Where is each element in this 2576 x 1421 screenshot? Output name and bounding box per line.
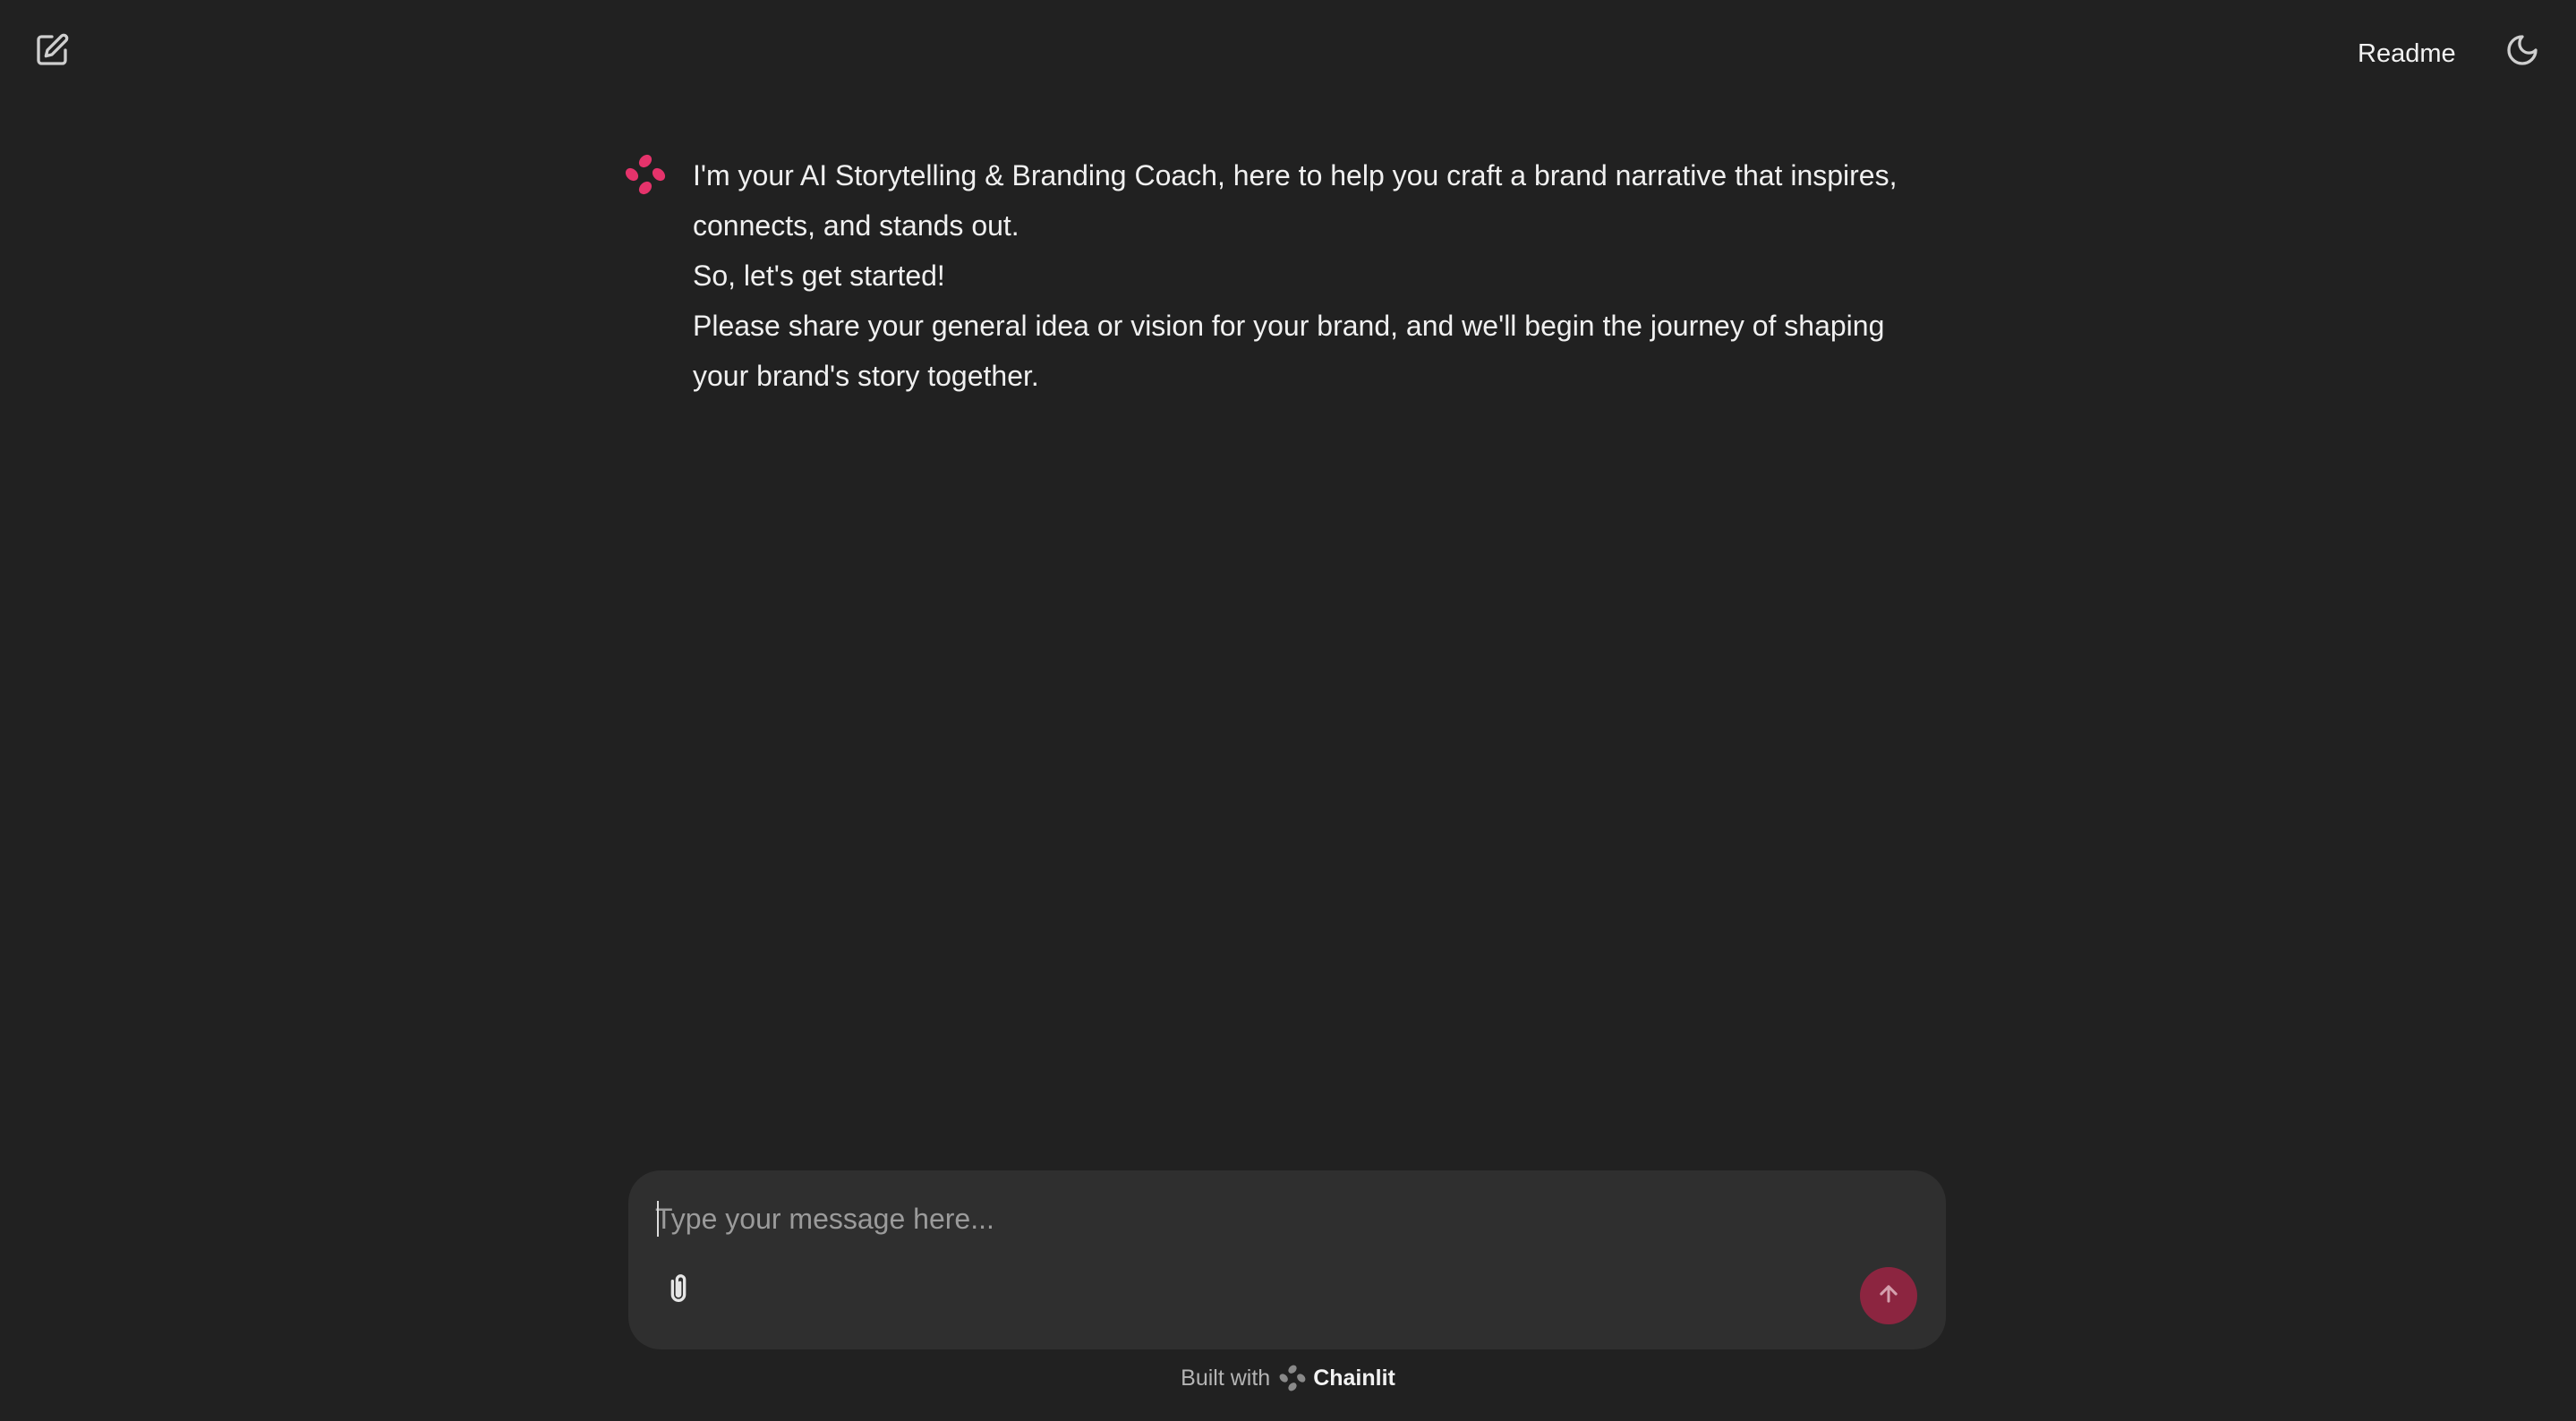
message-input[interactable] [655,1194,1908,1244]
built-with-label: Built with [1181,1365,1271,1391]
app-window: Readme I'm your AI Storytelling & Brandi… [0,0,2576,1421]
theme-toggle-button[interactable] [2497,27,2547,77]
footer: Built with Chainlit [0,1360,2576,1396]
text-caret [657,1201,659,1237]
paperclip-icon [661,1271,696,1311]
message-paragraph: I'm your AI Storytelling & Branding Coac… [693,159,1898,242]
assistant-message: I'm your AI Storytelling & Branding Coac… [625,150,1949,401]
readme-label: Readme [2358,38,2456,68]
message-paragraph: So, let's get started! [693,260,945,292]
edit-square-icon [34,32,70,72]
message-composer [628,1170,1946,1349]
send-button[interactable] [1860,1267,1917,1324]
chainlit-brand-link[interactable]: Chainlit [1313,1366,1395,1391]
arrow-up-icon [1876,1281,1901,1311]
attach-file-button[interactable] [653,1265,704,1315]
header: Readme [0,0,2576,107]
new-chat-button[interactable] [27,27,77,77]
readme-button[interactable]: Readme [2336,30,2478,77]
chainlit-logo-icon [625,154,666,195]
moon-icon [2504,32,2540,72]
message-paragraph: Please share your general idea or vision… [693,310,1885,392]
chainlit-footer-logo-icon [1279,1365,1306,1391]
message-content: I'm your AI Storytelling & Branding Coac… [693,150,1910,401]
